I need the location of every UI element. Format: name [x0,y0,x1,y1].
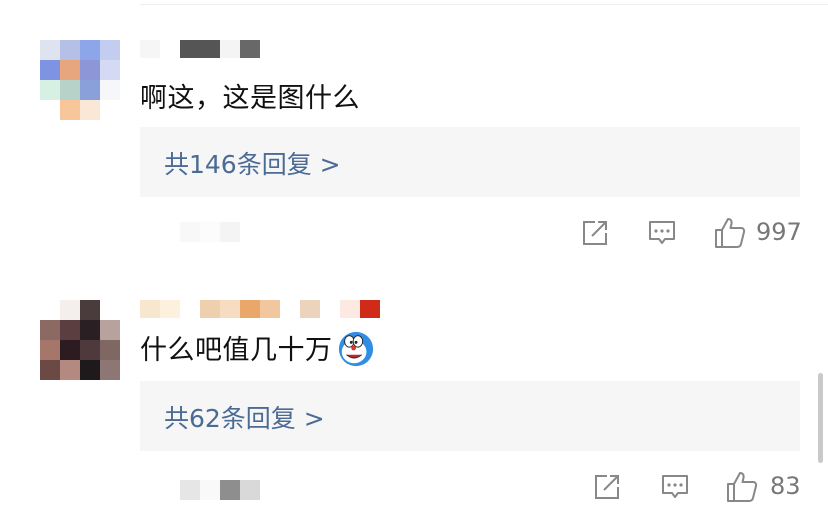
comment-item: 什么吧值几十万 共62条回复 > 83 [0,260,828,513]
like-count: 997 [756,218,802,246]
comment-text: 什么吧值几十万 [140,328,375,371]
share-icon[interactable] [580,218,610,248]
view-replies-link[interactable]: 共146条回复 > [164,145,341,181]
like-count: 83 [770,472,801,500]
comment-actions: 83 [0,468,828,504]
reply-box[interactable]: 共146条回复 > [140,127,800,197]
comment-text-content: 什么吧值几十万 [140,335,333,366]
view-replies-link[interactable]: 共62条回复 > [164,399,325,435]
share-icon[interactable] [592,472,622,502]
username-blurred[interactable] [140,300,380,318]
thumbs-up-icon[interactable] [725,470,759,504]
username-blurred[interactable] [140,40,260,58]
reply-box[interactable]: 共62条回复 > [140,381,800,451]
comment-text: 啊这，这是图什么 [140,83,360,114]
scrollbar[interactable] [818,373,823,463]
comment-icon[interactable] [647,218,677,248]
comment-actions: 997 [0,214,828,250]
doraemon-emoji-icon [338,331,373,366]
thumbs-up-icon[interactable] [713,216,747,250]
avatar[interactable] [40,300,120,380]
comment-icon[interactable] [660,472,690,502]
comment-item: 啊这，这是图什么 共146条回复 > 997 [0,0,828,260]
avatar[interactable] [40,40,120,120]
